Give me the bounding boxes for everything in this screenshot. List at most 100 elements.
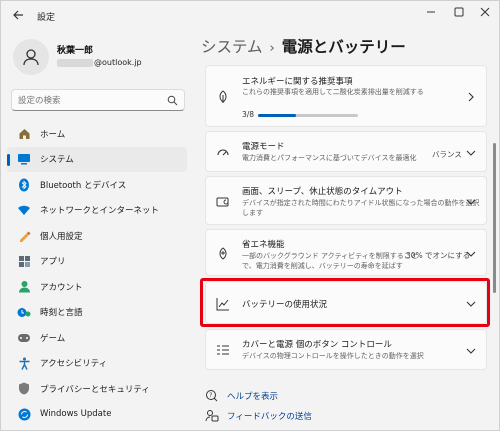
breadcrumb: システム › 電源とバッテリー [201, 35, 406, 57]
sidebar-item-network[interactable]: ネットワークとインターネット [7, 198, 187, 224]
card-description-cont: します [242, 209, 263, 217]
help-link-label: ヘルプを表示 [227, 392, 279, 402]
breadcrumb-separator: › [269, 41, 275, 56]
sidebar-item-label: ホーム [40, 129, 66, 140]
sidebar-item-windows-update[interactable]: Windows Update [7, 402, 187, 428]
sidebar-item-label: ネットワークとインターネット [40, 206, 160, 217]
time-language-icon [17, 305, 31, 319]
card-title: 省エネ機能 [242, 240, 285, 250]
sidebar-item-home[interactable]: ホーム [7, 121, 187, 147]
feedback-link[interactable]: フィードバックの送信 [205, 409, 312, 423]
power-mode-icon [217, 149, 229, 156]
card-lid-power-buttons[interactable]: カバーと電源 個のボタン コントロール デバイスの物理コントロールを操作したとき… [205, 329, 487, 370]
apps-icon [17, 254, 31, 268]
screen-sleep-icon [216, 197, 229, 207]
minimize-icon [427, 11, 435, 13]
card-description: デバイスが指定された時間にわたりアイドル状態になった場合の動作を選択 [242, 199, 480, 207]
sidebar-item-accessibility[interactable]: アクセシビリティ [7, 351, 187, 377]
energy-saver-icon [219, 247, 227, 260]
sidebar-item-label: アプリ [40, 257, 66, 268]
page-title: 電源とバッテリー [281, 38, 406, 56]
close-icon [480, 7, 490, 17]
progress-fill [258, 114, 296, 117]
feedback-link-label: フィードバックの送信 [227, 412, 312, 422]
back-button[interactable] [11, 9, 25, 23]
sidebar-nav: ホーム システム Bluetooth とデバイス ネットワークとインターネット … [7, 121, 187, 427]
card-description: これらの推奨事項を適用して二酸化炭素排出量を削減する [242, 88, 424, 96]
bluetooth-icon [17, 178, 31, 192]
accessibility-icon [17, 356, 31, 370]
gaming-icon [17, 331, 31, 345]
scrollbar[interactable] [493, 143, 496, 293]
progress-label: 3/8 [242, 110, 255, 119]
profile-email-domain: @outlook.jp [94, 58, 142, 67]
card-energy-saver[interactable]: 省エネ機能 一部のバックグラウンド アクティビティを制限すること で、電力消費を… [205, 229, 487, 276]
card-title: 電源モード [242, 142, 285, 152]
card-description: 電力消費とパフォーマンスに基づいてデバイスを最適化 [242, 154, 417, 162]
maximize-icon [454, 7, 464, 17]
search-icon [167, 95, 178, 106]
chevron-down-icon [466, 348, 476, 354]
card-description: 一部のバックグラウンド アクティビティを制限すること [242, 252, 418, 260]
chevron-down-icon [466, 251, 476, 257]
accounts-icon [17, 280, 31, 294]
card-title: カバーと電源 個のボタン コントロール [242, 340, 392, 350]
close-button[interactable] [477, 6, 493, 22]
chevron-down-icon [466, 150, 476, 156]
svg-text:?: ? [209, 392, 212, 399]
windows-update-icon [17, 407, 31, 421]
sidebar-item-accounts[interactable]: アカウント [7, 274, 187, 300]
card-description: デバイスの物理コントロールを操作したときの動作を選択 [242, 352, 424, 360]
sidebar-item-label: 時刻と言語 [40, 308, 83, 319]
back-arrow-icon [13, 10, 23, 20]
title-bar: 設定 [1, 1, 499, 31]
profile-email: @outlook.jp [57, 58, 142, 67]
sidebar-item-system[interactable]: システム [7, 146, 187, 172]
sidebar-item-label: ゲーム [40, 333, 66, 344]
user-icon [23, 49, 39, 66]
sidebar-item-personalization[interactable]: 個人用設定 [7, 223, 187, 249]
sidebar-item-time-language[interactable]: 時刻と言語 [7, 300, 187, 326]
search-box[interactable] [11, 89, 185, 111]
card-power-mode[interactable]: 電源モード 電力消費とパフォーマンスに基づいてデバイスを最適化 バランス [205, 131, 487, 172]
power-mode-select[interactable]: バランス [432, 149, 462, 160]
progress-bar [258, 114, 358, 117]
chevron-down-icon [466, 199, 476, 205]
card-description-cont: で、電力消費を削減し、バッテリーの寿命を延ばす [242, 262, 403, 270]
sidebar-item-apps[interactable]: アプリ [7, 249, 187, 275]
chevron-right-icon [468, 92, 474, 102]
home-icon [17, 127, 31, 141]
minimize-button[interactable] [423, 6, 439, 22]
help-icon: ? [206, 390, 218, 402]
leaf-icon [219, 90, 227, 103]
help-link[interactable]: ? ヘルプを表示 [205, 389, 278, 403]
card-title: エネルギーに関する推奨事項 [242, 77, 353, 87]
privacy-icon [17, 382, 31, 396]
card-screen-sleep-timeout[interactable]: 画面、スリープ、休止状態のタイムアウト デバイスが指定された時間にわたりアイドル… [205, 176, 487, 225]
email-redaction [57, 58, 93, 67]
sidebar-item-gaming[interactable]: ゲーム [7, 325, 187, 351]
breadcrumb-parent[interactable]: システム [201, 38, 263, 56]
highlight-annotation [200, 278, 490, 327]
sidebar-item-label: システム [40, 155, 74, 166]
sidebar-item-bluetooth[interactable]: Bluetooth とデバイス [7, 172, 187, 198]
energy-saver-threshold[interactable]: 30% でオンにする [406, 250, 470, 261]
network-icon [17, 203, 31, 217]
settings-window: 設定 秋葉一郎 @outlook.jp ホーム システム Bluetoo [0, 0, 500, 431]
sidebar-item-label: アカウント [40, 282, 83, 293]
sidebar-item-label: 個人用設定 [40, 231, 83, 242]
avatar[interactable] [13, 39, 49, 75]
card-energy-recommendations[interactable]: エネルギーに関する推奨事項 これらの推奨事項を適用して二酸化炭素排出量を削減する… [205, 65, 487, 127]
sidebar-item-privacy[interactable]: プライバシーとセキュリティ [7, 376, 187, 402]
sidebar-item-label: Bluetooth とデバイス [40, 180, 127, 191]
search-input[interactable] [18, 94, 158, 107]
sidebar-item-label: アクセシビリティ [40, 359, 108, 370]
sidebar-item-label: プライバシーとセキュリティ [40, 384, 150, 395]
maximize-button[interactable] [451, 6, 467, 22]
sidebar-item-label: Windows Update [40, 409, 112, 420]
personalization-icon [17, 229, 31, 243]
card-title: 画面、スリープ、休止状態のタイムアウト [242, 187, 403, 197]
window-title: 設定 [37, 13, 56, 23]
feedback-icon [205, 410, 219, 422]
profile-name: 秋葉一郎 [57, 46, 94, 56]
